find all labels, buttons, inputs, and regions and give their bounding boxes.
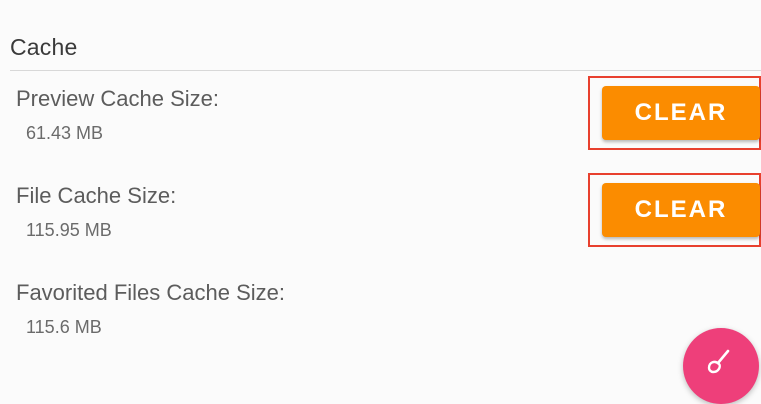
clear-file-cache-button[interactable]: CLEAR <box>602 183 760 237</box>
file-cache-label: File Cache Size: <box>16 183 177 208</box>
preview-cache-label: Preview Cache Size: <box>16 86 219 111</box>
brush-icon <box>707 349 730 374</box>
favorited-cache-value: 115.6 MB <box>26 317 102 337</box>
clear-preview-cache-button[interactable]: CLEAR <box>602 86 760 140</box>
file-cache-value: 115.95 MB <box>26 220 112 240</box>
preview-cache-value: 61.43 MB <box>26 123 104 143</box>
favorited-cache-label: Favorited Files Cache Size: <box>16 280 285 305</box>
floating-action-button[interactable] <box>683 328 759 404</box>
divider <box>10 70 761 71</box>
section-header: Cache <box>10 34 78 60</box>
